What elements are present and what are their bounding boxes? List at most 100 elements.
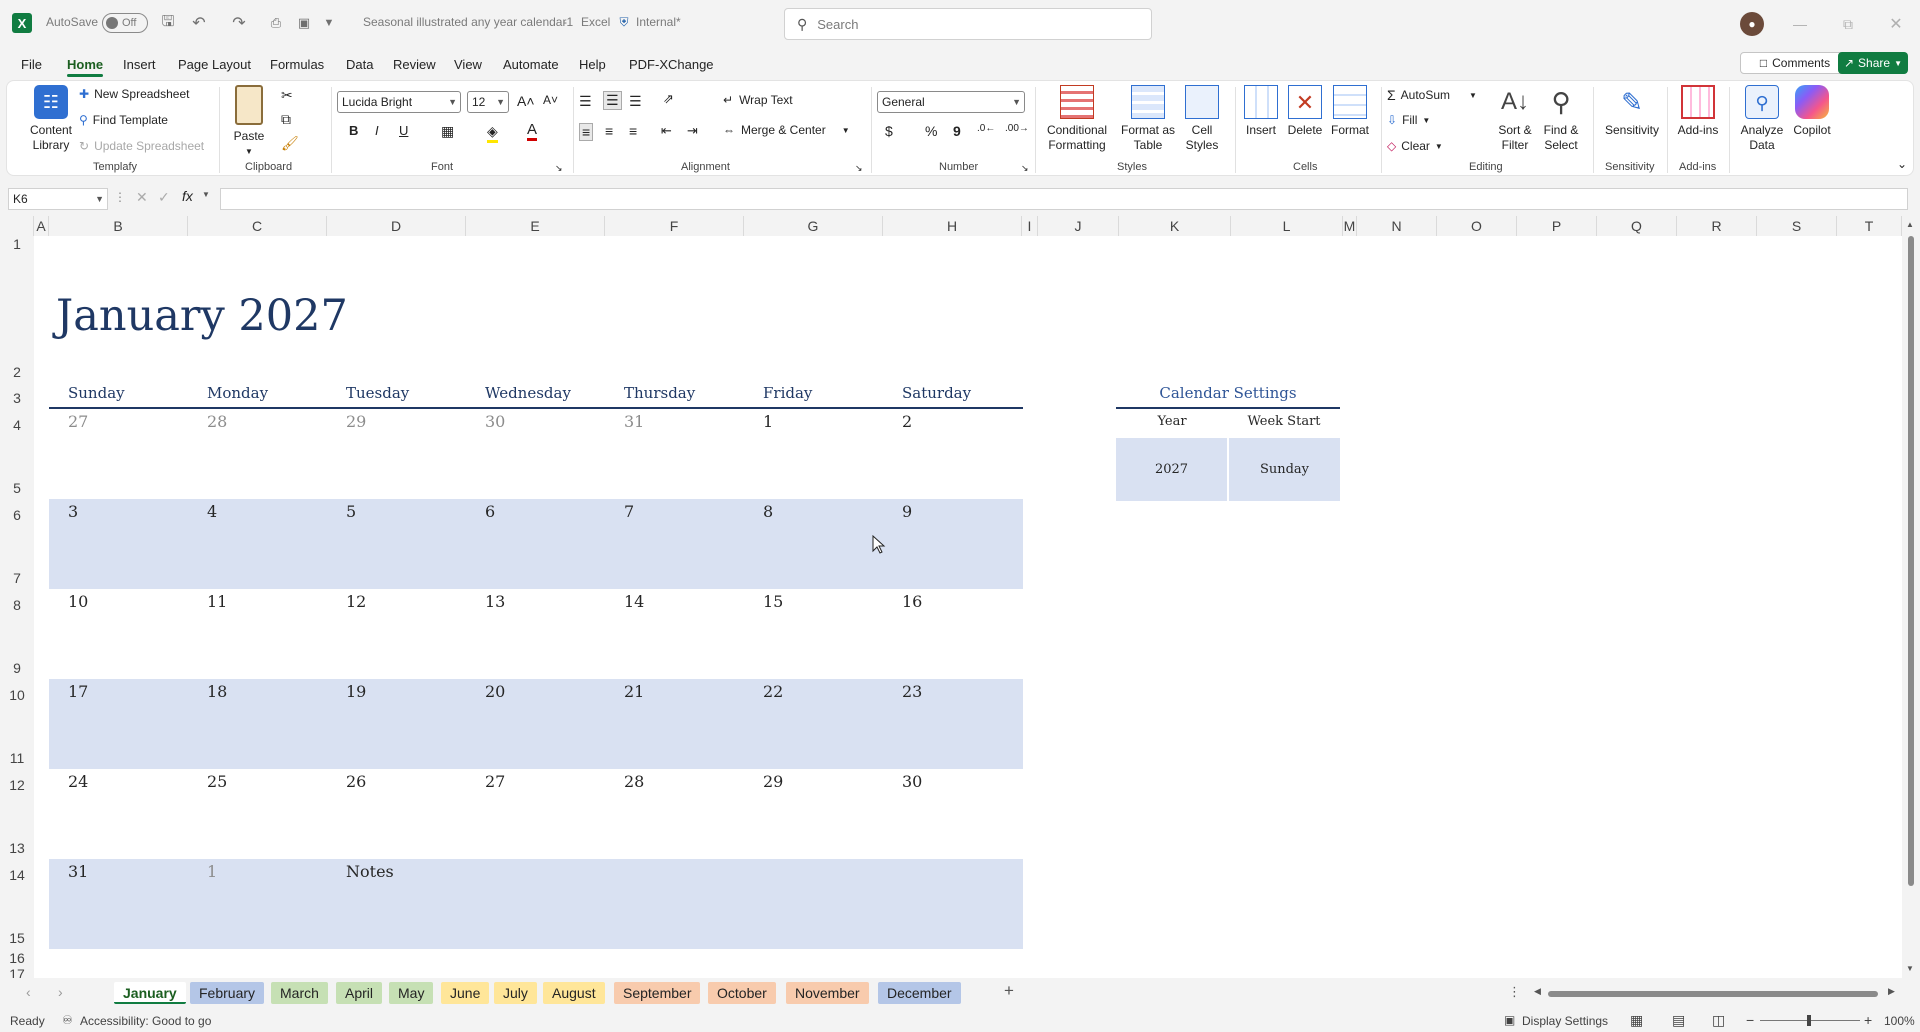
borders-icon[interactable]: ▦ [441, 123, 454, 140]
decrease-decimal-icon[interactable]: .00→ [1005, 123, 1029, 134]
cell-styles-button[interactable]: Cell Styles [1175, 85, 1229, 153]
column-header[interactable]: N [1357, 216, 1437, 236]
calendar-day[interactable]: 24 [68, 772, 88, 791]
sensitivity-button[interactable]: ✎ Sensitivity [1601, 85, 1663, 138]
find-template-button[interactable]: ⚲ Find Template [79, 113, 168, 127]
weekday-header[interactable]: Tuesday [346, 384, 409, 402]
conditional-formatting-button[interactable]: Conditional Formatting [1037, 85, 1117, 153]
year-value[interactable]: 2027 [1116, 438, 1227, 501]
fill-button[interactable]: ⇩ Fill ▼ [1387, 113, 1430, 127]
calendar-day[interactable]: 29 [763, 772, 783, 791]
calendar-day[interactable]: 1 [207, 862, 217, 881]
calendar-day[interactable]: 22 [763, 682, 783, 701]
sheet-tab-september[interactable]: September [614, 982, 701, 1004]
calendar-day[interactable]: 17 [68, 682, 88, 701]
row-header[interactable]: 13 [0, 840, 34, 856]
sheet-tab-march[interactable]: March [271, 982, 328, 1004]
select-all-button[interactable] [0, 216, 34, 236]
display-settings-button[interactable]: Display Settings [1522, 1014, 1608, 1028]
scroll-down-icon[interactable]: ▼ [1906, 964, 1914, 973]
scroll-up-icon[interactable]: ▲ [1906, 220, 1914, 229]
calendar-day[interactable]: 3 [68, 502, 78, 521]
align-center-icon[interactable]: ≡ [605, 123, 613, 139]
row-header[interactable]: 12 [0, 777, 34, 793]
calendar-day[interactable]: 9 [902, 502, 912, 521]
font-name-select[interactable]: Lucida Bright ▼ [337, 91, 461, 113]
calendar-day[interactable]: 13 [485, 592, 505, 611]
redo-icon[interactable]: ↷ [226, 13, 252, 33]
row-header[interactable]: 11 [0, 750, 34, 766]
column-header[interactable]: T [1837, 216, 1902, 236]
collapse-ribbon-icon[interactable]: ⌄ [1897, 157, 1907, 171]
font-size-select[interactable]: 12 ▼ [467, 91, 509, 113]
restore-icon[interactable]: ⧉ [1834, 12, 1862, 36]
analyze-data-button[interactable]: ⚲ Analyze Data [1735, 85, 1789, 153]
column-header[interactable]: M [1343, 216, 1357, 236]
column-header[interactable]: P [1517, 216, 1597, 236]
column-header[interactable]: O [1437, 216, 1517, 236]
menu-insert[interactable]: Insert [117, 54, 162, 76]
new-spreadsheet-button[interactable]: ✚ New Spreadsheet [79, 87, 189, 101]
calendar-day[interactable]: 25 [207, 772, 227, 791]
picture-icon[interactable]: ▣ [294, 13, 314, 33]
sheet-tab-december[interactable]: December [878, 982, 961, 1004]
calendar-day[interactable]: 1 [763, 412, 773, 431]
calendar-day[interactable]: 30 [485, 412, 505, 431]
align-middle-icon[interactable]: ☰ [603, 91, 622, 110]
format-as-table-button[interactable]: Format as Table [1117, 85, 1179, 153]
fill-color-icon[interactable]: ◈ [487, 123, 498, 143]
merge-center-button[interactable]: ⇔ Merge & Center ▼ [723, 123, 850, 137]
format-painter-icon[interactable]: 🖌 [281, 135, 299, 152]
sheet-tab-february[interactable]: February [190, 982, 265, 1004]
calendar-day[interactable]: 31 [624, 412, 644, 431]
column-header[interactable]: H [883, 216, 1022, 236]
menu-formulas[interactable]: Formulas [264, 54, 330, 76]
align-right-icon[interactable]: ≡ [629, 123, 637, 139]
vertical-scroll-thumb[interactable] [1908, 236, 1914, 886]
row-header[interactable]: 8 [0, 597, 34, 613]
column-header[interactable]: C [188, 216, 327, 236]
minimize-icon[interactable]: — [1786, 12, 1814, 36]
scroll-left-icon[interactable]: ◀ [1534, 986, 1541, 997]
chevron-down-icon[interactable]: ▼ [202, 190, 210, 199]
menu-data[interactable]: Data [340, 54, 379, 76]
increase-decimal-icon[interactable]: .0← [977, 123, 995, 134]
orientation-icon[interactable]: ⇗ [663, 91, 674, 107]
calendar-day[interactable]: 28 [207, 412, 227, 431]
name-box[interactable]: K6 ▼ [8, 188, 108, 210]
calendar-day[interactable]: 11 [207, 592, 227, 611]
sheet-tab-june[interactable]: June [441, 982, 490, 1004]
italic-button[interactable]: I [375, 123, 379, 138]
weekday-header[interactable]: Saturday [902, 384, 971, 402]
row-header[interactable]: 15 [0, 930, 34, 946]
undo-icon[interactable]: ↶ [186, 13, 212, 33]
row-header[interactable]: 14 [0, 867, 34, 883]
column-header[interactable]: I [1022, 216, 1038, 236]
calendar-day[interactable]: 28 [624, 772, 644, 791]
decrease-font-icon[interactable]: A˅ [543, 93, 558, 107]
weekday-header[interactable]: Friday [763, 384, 812, 402]
autosave-toggle[interactable]: Off [102, 13, 148, 33]
calendar-day[interactable]: 8 [763, 502, 773, 521]
cut-icon[interactable]: ✂ [281, 87, 293, 104]
comma-button[interactable]: 9 [953, 123, 961, 139]
find-select-button[interactable]: ⚲ Find & Select [1537, 85, 1585, 153]
sheet-tab-may[interactable]: May [389, 982, 434, 1004]
dialog-launcher-icon[interactable]: ↘ [1021, 163, 1029, 174]
week-start-value[interactable]: Sunday [1229, 438, 1340, 501]
menu-automate[interactable]: Automate [497, 54, 565, 76]
row-header[interactable]: 6 [0, 507, 34, 523]
align-top-icon[interactable]: ☰ [579, 93, 592, 110]
column-header[interactable]: D [327, 216, 466, 236]
menu-home[interactable]: Home [61, 54, 109, 77]
week-start-label[interactable]: Week Start [1228, 414, 1340, 429]
weekday-header[interactable]: Thursday [624, 384, 695, 402]
paste-button[interactable]: Paste ▼ [229, 85, 269, 159]
menu-page-layout[interactable]: Page Layout [172, 54, 257, 76]
add-sheet-icon[interactable]: + [1004, 981, 1014, 1001]
row-header[interactable]: 2 [0, 364, 34, 380]
zoom-in-icon[interactable]: + [1864, 1012, 1872, 1028]
decrease-indent-icon[interactable]: ⇤ [661, 123, 672, 139]
zoom-level[interactable]: 100% [1884, 1014, 1915, 1028]
align-left-icon[interactable]: ≡ [579, 123, 594, 141]
